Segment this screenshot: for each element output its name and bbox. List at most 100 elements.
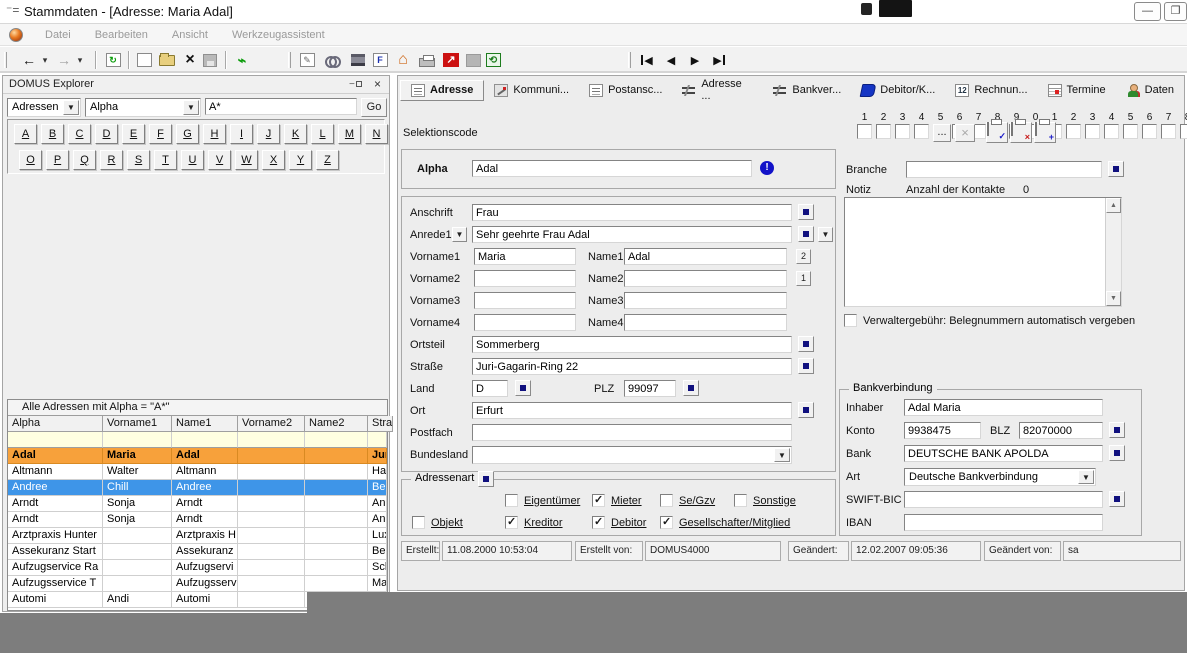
more-codes-button[interactable]: ... <box>933 124 951 142</box>
print-remove-button[interactable]: × <box>1010 122 1032 143</box>
code-checkbox[interactable] <box>1066 124 1081 139</box>
land-input[interactable] <box>472 380 508 397</box>
table-row[interactable]: Andree Chill Andree Beb <box>8 480 387 496</box>
alphabet-button[interactable]: L <box>311 124 334 144</box>
checkbox-kreditor[interactable]: Kreditor <box>505 516 563 529</box>
table-row[interactable]: Arndt Sonja Arndt Ang <box>8 512 387 528</box>
bank-detail-button[interactable] <box>1109 445 1125 461</box>
tab-postanschrift[interactable]: Postansc... <box>579 81 672 100</box>
filter-row[interactable] <box>8 432 387 448</box>
tab-bankverbindung[interactable]: Bankver... <box>763 81 851 100</box>
alphabet-button[interactable]: N <box>365 124 388 144</box>
tab-adresse[interactable]: Adresse <box>400 80 484 101</box>
print-check-button[interactable]: ✓ <box>986 122 1008 143</box>
blz-input[interactable] <box>1019 422 1103 439</box>
form-edit-button[interactable]: ✎ <box>296 50 318 70</box>
alphabet-button[interactable]: G <box>176 124 199 144</box>
name4-input[interactable] <box>624 314 787 331</box>
code-checkbox[interactable] <box>914 124 929 139</box>
refresh-button[interactable]: ↻ <box>103 50 123 70</box>
menu-item[interactable]: Datei <box>33 26 83 44</box>
table-row[interactable]: Arztpraxis Hunter Arztpraxis H Lux <box>8 528 387 544</box>
name1-count-button[interactable]: 2 <box>796 249 811 264</box>
art-select[interactable]: Deutsche Bankverbindung ▼ <box>904 468 1096 486</box>
tab-kommunikation[interactable]: Kommuni... <box>484 81 579 100</box>
alphabet-button[interactable]: T <box>154 150 177 170</box>
alphabet-button[interactable]: Z <box>316 150 339 170</box>
toolbar-grip[interactable] <box>4 52 7 68</box>
alphabet-button[interactable]: P <box>46 150 69 170</box>
alphabet-button[interactable]: S <box>127 150 150 170</box>
adressenart-detail-button[interactable] <box>478 471 494 487</box>
forward-history-button[interactable]: ▾ <box>74 50 86 70</box>
alphabet-button[interactable]: K <box>284 124 307 144</box>
print-add-button[interactable]: + <box>1034 122 1056 143</box>
table-row[interactable]: Arndt Sonja Arndt Ang <box>8 496 387 512</box>
info-icon[interactable]: ! <box>760 161 774 175</box>
report-button[interactable]: F <box>369 50 391 70</box>
search-button[interactable] <box>322 50 344 70</box>
back-history-button[interactable]: ▾ <box>39 50 51 70</box>
alphabet-button[interactable]: C <box>68 124 91 144</box>
swift-input[interactable] <box>904 491 1103 508</box>
alphabet-button[interactable]: W <box>235 150 258 170</box>
ortsteil-detail-button[interactable] <box>798 336 814 352</box>
name2-count-button[interactable]: 1 <box>796 271 811 286</box>
tab-rechnungswesen[interactable]: 12Rechnun... <box>945 81 1037 100</box>
chevron-down-icon[interactable]: ▼ <box>183 100 199 115</box>
table-row[interactable]: Altmann Walter Altmann Hau <box>8 464 387 480</box>
code-checkbox[interactable] <box>1104 124 1119 139</box>
alphabet-button[interactable]: Y <box>289 150 312 170</box>
alphabet-button[interactable]: O <box>19 150 42 170</box>
first-record-button[interactable]: ◀ <box>636 50 658 70</box>
checkbox-debitor[interactable]: Debitor <box>592 516 646 529</box>
table-row[interactable]: Assekuranz Start Assekuranz Bec <box>8 544 387 560</box>
chevron-down-icon[interactable]: ▼ <box>774 448 790 462</box>
alphabet-button[interactable]: A <box>14 124 37 144</box>
plz-detail-button[interactable] <box>683 380 699 396</box>
alphabet-button[interactable]: E <box>122 124 145 144</box>
checkbox-objekt[interactable]: Objekt <box>412 516 463 529</box>
table-row[interactable]: Aufzugservice Ra Aufzugservi Sch <box>8 560 387 576</box>
checkbox-eigentuemer[interactable]: Eigentümer <box>505 494 580 507</box>
vorname2-input[interactable] <box>474 270 576 287</box>
iban-input[interactable] <box>904 514 1103 531</box>
run-button[interactable]: ⌁ <box>232 50 252 70</box>
previous-record-button[interactable]: ◀ <box>660 50 682 70</box>
tab-termine[interactable]: Termine <box>1038 81 1116 100</box>
alphabet-button[interactable]: V <box>208 150 231 170</box>
checkbox-verwaltergebuehr[interactable]: Verwaltergebühr: Belegnummern automatisc… <box>844 314 1135 327</box>
bundesland-select[interactable]: ▼ <box>472 446 792 464</box>
checkbox-sonstige[interactable]: Sonstige <box>734 494 796 507</box>
menu-item[interactable]: Werkzeugassistent <box>220 26 337 44</box>
tab-debitor-kreditor[interactable]: Debitor/K... <box>851 81 945 100</box>
tab-daten[interactable]: Daten <box>1116 81 1184 100</box>
anrede1-input[interactable] <box>472 226 792 243</box>
field-select[interactable]: Alpha ▼ <box>85 98 201 117</box>
anschrift-detail-button[interactable] <box>798 204 814 220</box>
table-row[interactable]: Aufzugsservice T Aufzugsserv Mali <box>8 576 387 592</box>
new-button[interactable] <box>134 50 154 70</box>
branche-detail-button[interactable] <box>1108 161 1124 177</box>
inactive-tool-button[interactable] <box>462 50 484 70</box>
alphabet-button[interactable]: R <box>100 150 123 170</box>
swift-detail-button[interactable] <box>1109 491 1125 507</box>
close-icon[interactable]: × <box>374 77 381 91</box>
code-checkbox[interactable] <box>876 124 891 139</box>
alphabet-button[interactable]: X <box>262 150 285 170</box>
konto-input[interactable] <box>904 422 981 439</box>
toolbar-grip[interactable] <box>628 52 631 68</box>
scroll-up-icon[interactable]: ▲ <box>1106 198 1121 213</box>
code-checkbox[interactable] <box>1180 124 1187 139</box>
table-row[interactable]: Adal Maria Adal Juri <box>8 448 387 464</box>
anrede1-detail-button[interactable] <box>798 226 814 242</box>
recycle-button[interactable]: ⟲ <box>482 50 504 70</box>
go-button[interactable]: Go <box>361 98 387 117</box>
vorname1-input[interactable] <box>474 248 576 265</box>
print-button[interactable] <box>416 50 438 70</box>
blz-detail-button[interactable] <box>1109 422 1125 438</box>
alphabet-button[interactable]: Q <box>73 150 96 170</box>
clear-codes-button[interactable]: × <box>955 124 975 142</box>
checkbox-mieter[interactable]: Mieter <box>592 494 642 507</box>
alphabet-button[interactable]: D <box>95 124 118 144</box>
